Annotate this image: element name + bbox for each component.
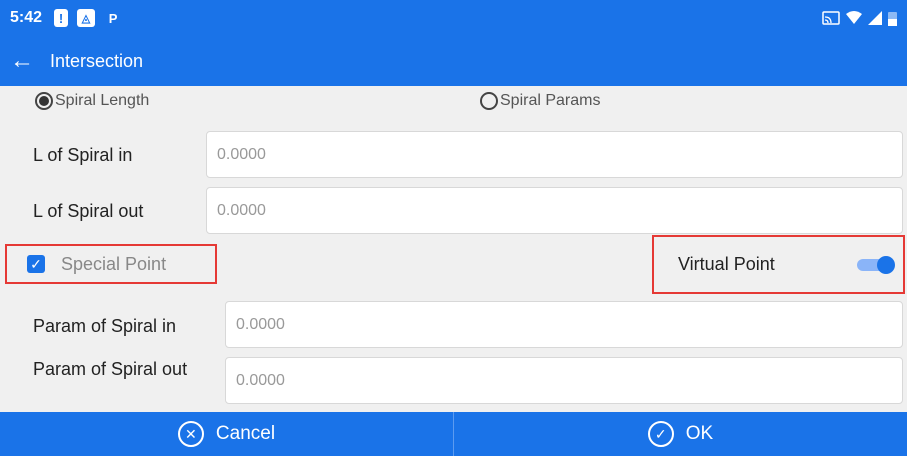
ok-button[interactable]: ✓ OK — [453, 412, 907, 456]
l-spiral-out-input[interactable]: 0.0000 — [206, 187, 903, 234]
param-spiral-in-label: Param of Spiral in — [33, 316, 177, 336]
param-spiral-out-label: Param of Spiral out — [33, 359, 188, 379]
alert-icon: ! — [54, 9, 69, 27]
radio-spiral-length-label: Spiral Length — [55, 92, 150, 109]
cancel-button[interactable]: ✕ Cancel — [0, 412, 453, 456]
cast-icon — [822, 11, 840, 25]
signal-icon — [868, 11, 882, 25]
status-time: 5:42 — [10, 9, 43, 26]
check-circle-icon: ✓ — [647, 421, 674, 447]
app-bar: ← Intersection — [0, 36, 907, 86]
param-spiral-in-input[interactable]: 0.0000 — [225, 301, 903, 348]
back-arrow-icon[interactable]: ← — [10, 49, 42, 73]
toggle-thumb — [877, 255, 895, 274]
virtual-point-row: Virtual Point — [652, 235, 905, 294]
maps-icon: ◬ — [77, 9, 96, 27]
ok-label: OK — [685, 423, 714, 444]
spiral-mode-group: Spiral Length Spiral Params — [0, 86, 907, 116]
param-spiral-out-input[interactable]: 0.0000 — [225, 357, 903, 404]
parking-icon: P — [108, 10, 118, 26]
radio-selected-icon — [35, 92, 53, 110]
l-spiral-in-label: L of Spiral in — [33, 145, 133, 165]
close-circle-icon: ✕ — [177, 421, 204, 447]
virtual-point-toggle[interactable] — [857, 255, 895, 274]
radio-spiral-params[interactable]: Spiral Params — [480, 92, 600, 110]
radio-spiral-params-label: Spiral Params — [500, 92, 601, 109]
radio-spiral-length[interactable]: Spiral Length — [35, 92, 149, 110]
virtual-point-label: Virtual Point — [678, 254, 775, 274]
l-spiral-out-label: L of Spiral out — [33, 201, 144, 221]
status-bar: 5:42 ! ◬ P — [0, 0, 907, 36]
special-point-checkbox[interactable]: ✓ Special Point — [5, 244, 217, 284]
cancel-label: Cancel — [215, 423, 276, 444]
l-spiral-in-input[interactable]: 0.0000 — [206, 131, 903, 178]
bottom-action-bar: ✕ Cancel ✓ OK — [0, 412, 907, 456]
radio-unselected-icon — [480, 92, 498, 110]
checkbox-checked-icon: ✓ — [27, 255, 45, 273]
wifi-icon — [846, 11, 862, 24]
special-point-label: Special Point — [61, 253, 167, 274]
battery-icon — [888, 12, 897, 26]
page-title: Intersection — [50, 50, 144, 71]
